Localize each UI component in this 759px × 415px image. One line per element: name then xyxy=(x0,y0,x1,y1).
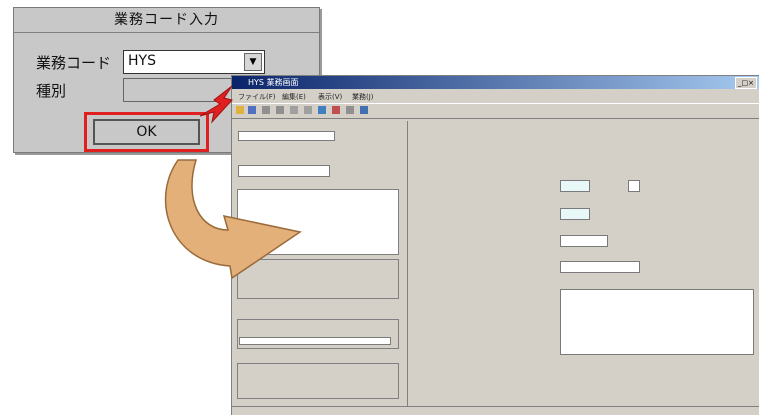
arrows-overlay xyxy=(164,85,302,280)
curved-arrow-icon xyxy=(164,159,302,280)
red-arrow-icon xyxy=(199,85,233,124)
